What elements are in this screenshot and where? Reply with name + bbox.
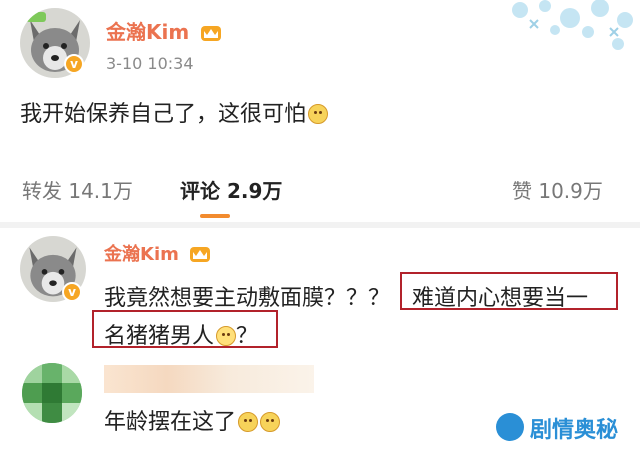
comment-text-line1: 我竟然想要主动敷面膜？？？	[104, 280, 390, 312]
post-timestamp: 3-10 10:34	[106, 54, 194, 73]
snowflake-decoration	[512, 0, 633, 50]
vip-crown-icon	[190, 247, 211, 262]
vip-crown-icon	[201, 26, 222, 41]
repost-button[interactable]: 转发 14.1万	[22, 175, 133, 204]
dog-emoji-icon	[260, 412, 281, 432]
watermark-text: 剧情奥秘	[530, 418, 619, 443]
post-author-label: 金瀚Kim	[106, 20, 190, 44]
comment-tab-indicator	[200, 214, 230, 218]
post-text-content: 我开始保养自己了，这很可怕	[20, 102, 307, 127]
verified-badge-icon: v	[62, 282, 82, 302]
pixelated-avatar-icon	[22, 363, 82, 423]
comment-author-name[interactable]: 金瀚Kim	[104, 240, 211, 266]
section-divider	[0, 222, 640, 228]
watermark-logo-icon	[496, 413, 524, 441]
comment-author-label: 金瀚Kim	[104, 244, 179, 265]
post-author-name[interactable]: 金瀚Kim	[106, 16, 222, 45]
action-bar: 转发 14.1万 评论 2.9万 赞 10.9万	[0, 175, 640, 205]
like-button[interactable]: 赞 10.9万	[512, 175, 603, 204]
verified-badge-icon: v	[64, 54, 84, 74]
comment-text-part1: 我竟然想要主动敷面膜？？？	[104, 286, 391, 311]
comment-2-text: 年龄摆在这了	[104, 404, 281, 436]
dog-emoji-icon	[238, 412, 259, 432]
blurred-username	[104, 365, 314, 393]
comment-2-content: 年龄摆在这了	[104, 410, 237, 435]
blurred-avatar[interactable]	[22, 363, 82, 423]
highlight-box-2	[92, 310, 278, 348]
comment-tab[interactable]: 评论 2.9万	[180, 175, 282, 204]
like-label: 赞 10.9万	[512, 179, 603, 203]
highlight-box-1	[400, 272, 618, 310]
smile-dog-emoji-icon	[308, 104, 329, 124]
post-text: 我开始保养自己了，这很可怕	[20, 96, 329, 128]
